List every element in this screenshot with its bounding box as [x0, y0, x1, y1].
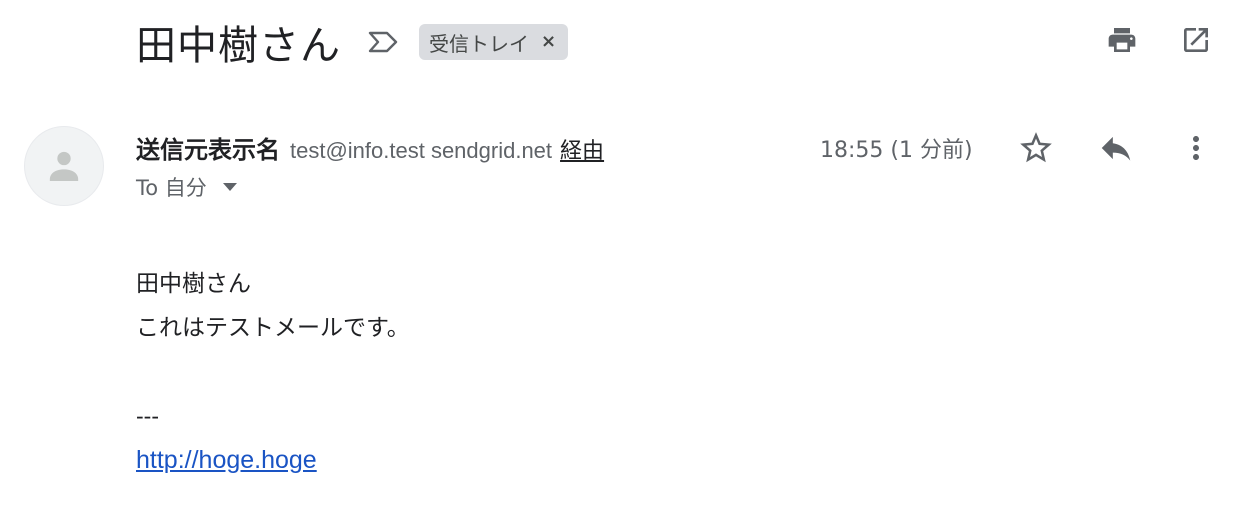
remove-label-icon[interactable]: ×	[541, 33, 556, 51]
print-icon[interactable]	[1104, 22, 1140, 58]
via-link[interactable]: 経由	[560, 133, 604, 165]
body-blank-line	[136, 350, 410, 394]
body-link[interactable]: http://hoge.hoge	[136, 446, 317, 474]
email-subject: 田中樹さん	[136, 23, 341, 69]
top-actions	[1104, 22, 1214, 58]
reply-icon[interactable]	[1094, 126, 1138, 170]
body-line: 田中樹さん	[136, 271, 251, 297]
body-line: これはテストメールです。	[136, 315, 410, 341]
message-timestamp: 18:55 (1 分前)	[820, 138, 973, 163]
sender-line: 送信元表示名 test@info.test sendgrid.net 経由	[136, 130, 604, 165]
message-body: 田中樹さん これはテストメールです。 --- http://hoge.hoge	[136, 262, 410, 483]
more-vert-icon[interactable]	[1174, 126, 1218, 170]
label-chip-inbox[interactable]: 受信トレイ ×	[419, 24, 569, 60]
message-actions	[1014, 126, 1218, 170]
open-in-new-icon[interactable]	[1178, 22, 1214, 58]
importance-marker-icon[interactable]	[367, 28, 399, 56]
subject-row: 田中樹さん 受信トレイ ×	[136, 14, 569, 70]
star-icon[interactable]	[1014, 126, 1058, 170]
email-view: 田中樹さん 受信トレイ × 送信元表示名 test@info.test send…	[0, 0, 1242, 522]
caret-down-icon[interactable]	[221, 181, 239, 193]
recipient-text: To 自分	[136, 176, 207, 200]
signature-separator: ---	[136, 403, 159, 429]
sender-name[interactable]: 送信元表示名	[136, 130, 280, 165]
recipient-line: To 自分	[136, 172, 239, 202]
sender-avatar[interactable]	[24, 126, 104, 206]
default-avatar-icon	[49, 151, 79, 181]
label-chip-text: 受信トレイ	[429, 31, 529, 56]
sender-email: test@info.test sendgrid.net	[290, 138, 553, 163]
